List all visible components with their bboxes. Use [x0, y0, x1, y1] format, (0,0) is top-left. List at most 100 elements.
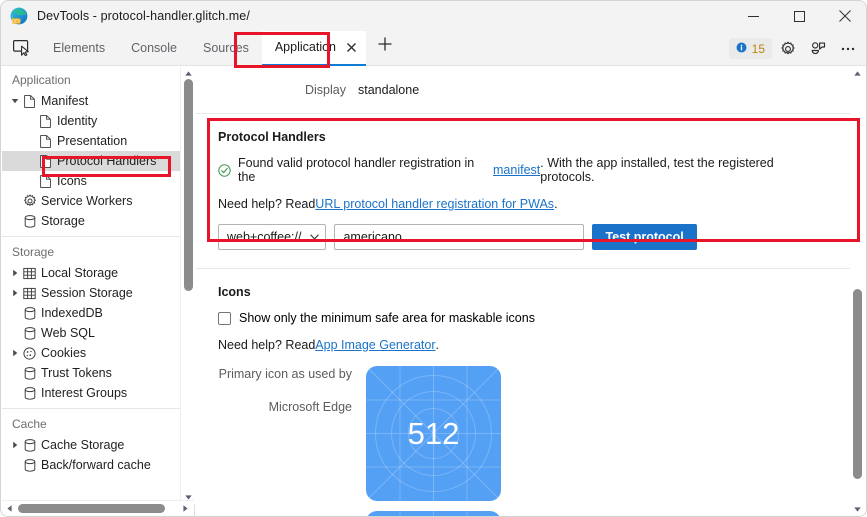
minimize-button[interactable] [730, 1, 776, 31]
tab-application[interactable]: Application [261, 30, 366, 66]
sidebar-item-manifest[interactable]: Manifest [2, 91, 194, 111]
sidebar-item-label: Manifest [41, 94, 89, 108]
tab-label: Application [274, 40, 336, 54]
maskable-safe-area-checkbox[interactable] [218, 311, 231, 325]
sidebar-item-label: Trust Tokens [41, 366, 112, 380]
sidebar-group-storage: Storage Local Storage Session Storage In… [2, 239, 194, 403]
cookie-icon [21, 346, 38, 360]
issues-info-icon [736, 40, 747, 58]
sidebar-item-identity[interactable]: Identity [2, 111, 194, 131]
protocol-status-line: Found valid protocol handler registratio… [218, 156, 829, 184]
sidebar-group-application: Application Manifest Identity Presentati… [2, 67, 194, 231]
sidebar-hscroll-thumb[interactable] [18, 504, 165, 513]
protocol-url-input[interactable]: americano [334, 224, 585, 250]
database-icon [21, 438, 38, 452]
section-title: Icons [218, 285, 251, 299]
tab-console[interactable]: Console [118, 31, 190, 66]
sidebar-item-session-storage[interactable]: Session Storage [2, 283, 194, 303]
sidebar-item-label: Service Workers [41, 194, 133, 208]
check-circle-icon [218, 163, 231, 177]
inspect-element-icon[interactable] [8, 36, 36, 60]
gear-icon [21, 194, 38, 208]
sidebar-item-label: Protocol Handlers [57, 154, 157, 168]
sidebar-item-interest-groups[interactable]: Interest Groups [2, 383, 194, 403]
icon-512-preview [366, 511, 501, 516]
sidebar-vertical-scrollbar[interactable] [180, 67, 195, 504]
maskable-safe-area-row[interactable]: Show only the minimum safe area for mask… [218, 311, 829, 325]
scroll-down-icon[interactable] [850, 503, 865, 516]
more-options-icon[interactable] [834, 36, 862, 62]
gear-icon[interactable] [774, 36, 802, 62]
customize-devtools-icon[interactable] [804, 36, 832, 62]
application-main-panel: Display standalone Protocol Handlers Fou… [196, 67, 851, 516]
tab-sources[interactable]: Sources [190, 31, 262, 66]
icons-help-line: Need help? Read App Image Generator. [218, 338, 829, 352]
main-vertical-scrollbar[interactable] [850, 67, 865, 516]
window-title: DevTools - protocol-handler.glitch.me/ [37, 9, 250, 23]
sidebar-item-web-sql[interactable]: Web SQL [2, 323, 194, 343]
table-icon [21, 287, 38, 300]
main-scroll-thumb[interactable] [853, 289, 862, 479]
sidebar-item-service-workers[interactable]: Service Workers [2, 191, 194, 211]
sidebar-scroll-thumb[interactable] [184, 79, 193, 291]
test-protocol-button[interactable]: Test protocol [592, 224, 697, 250]
sidebar-item-indexeddb[interactable]: IndexedDB [2, 303, 194, 323]
sidebar-item-back-forward-cache[interactable]: Back/forward cache [2, 455, 194, 475]
manifest-display-section: Display standalone [196, 67, 851, 114]
help-prefix: Need help? Read [218, 338, 316, 352]
svg-text:DEV: DEV [12, 18, 21, 23]
icon-512-block: 512×512px [218, 511, 829, 516]
sidebar-item-cookies[interactable]: Cookies [2, 343, 194, 363]
page-icon [37, 154, 54, 168]
protocol-scheme-select[interactable]: web+coffee:// [218, 224, 327, 250]
database-icon [21, 214, 38, 228]
section-title: Protocol Handlers [218, 130, 326, 144]
tab-elements[interactable]: Elements [40, 31, 118, 66]
help-prefix: Need help? Read [218, 197, 316, 211]
protocol-test-controls: web+coffee:// americano Test protocol [218, 224, 829, 250]
scroll-up-icon[interactable] [850, 67, 865, 80]
sidebar-item-label: Presentation [57, 134, 128, 148]
tab-label: Elements [53, 41, 106, 55]
icons-section: Icons Show only the minimum safe area fo… [196, 269, 851, 516]
scroll-left-icon[interactable] [2, 501, 17, 516]
issues-badge[interactable]: 15 [728, 38, 772, 59]
manifest-link[interactable]: manifest [493, 163, 540, 177]
sidebar-item-cache-storage[interactable]: Cache Storage [2, 435, 194, 455]
sidebar-item-storage[interactable]: Storage [2, 211, 194, 231]
chevron-down-icon[interactable] [8, 97, 21, 105]
sidebar-item-presentation[interactable]: Presentation [2, 131, 194, 151]
chevron-right-icon[interactable] [8, 349, 21, 357]
close-button[interactable] [822, 1, 866, 31]
protocol-scheme-value: web+coffee:// [227, 230, 302, 244]
sidebar-horizontal-scrollbar[interactable] [2, 500, 194, 515]
sidebar-item-label: Web SQL [41, 326, 95, 340]
sidebar-item-label: Back/forward cache [41, 458, 151, 472]
protocol-handlers-section: Protocol Handlers Found valid protocol h… [196, 114, 851, 269]
database-icon [21, 386, 38, 400]
tab-label: Console [131, 41, 177, 55]
maskable-safe-area-label: Show only the minimum safe area for mask… [239, 311, 535, 325]
sidebar-item-trust-tokens[interactable]: Trust Tokens [2, 363, 194, 383]
chevron-right-icon[interactable] [8, 441, 21, 449]
chevron-right-icon[interactable] [8, 289, 21, 297]
add-panel-button[interactable] [372, 31, 398, 57]
sidebar-item-protocol-handlers[interactable]: Protocol Handlers [2, 151, 194, 171]
close-icon[interactable] [344, 40, 358, 54]
chevron-right-icon[interactable] [8, 269, 21, 277]
maximize-button[interactable] [776, 1, 822, 31]
sidebar-item-icons[interactable]: Icons [2, 171, 194, 191]
scroll-up-icon[interactable] [181, 67, 196, 79]
primary-icon-preview: 512 [366, 366, 501, 501]
window-controls [730, 1, 866, 31]
page-icon [21, 94, 38, 108]
scroll-right-icon[interactable] [178, 501, 193, 516]
page-icon [37, 114, 54, 128]
database-icon [21, 306, 38, 320]
pwa-protocol-docs-link[interactable]: URL protocol handler registration for PW… [315, 197, 554, 211]
database-icon [21, 458, 38, 472]
protocol-status-text-before: Found valid protocol handler registratio… [238, 156, 475, 184]
sidebar-item-local-storage[interactable]: Local Storage [2, 263, 194, 283]
app-image-generator-link[interactable]: App Image Generator [315, 338, 435, 352]
protocol-help-line: Need help? Read URL protocol handler reg… [218, 197, 829, 211]
